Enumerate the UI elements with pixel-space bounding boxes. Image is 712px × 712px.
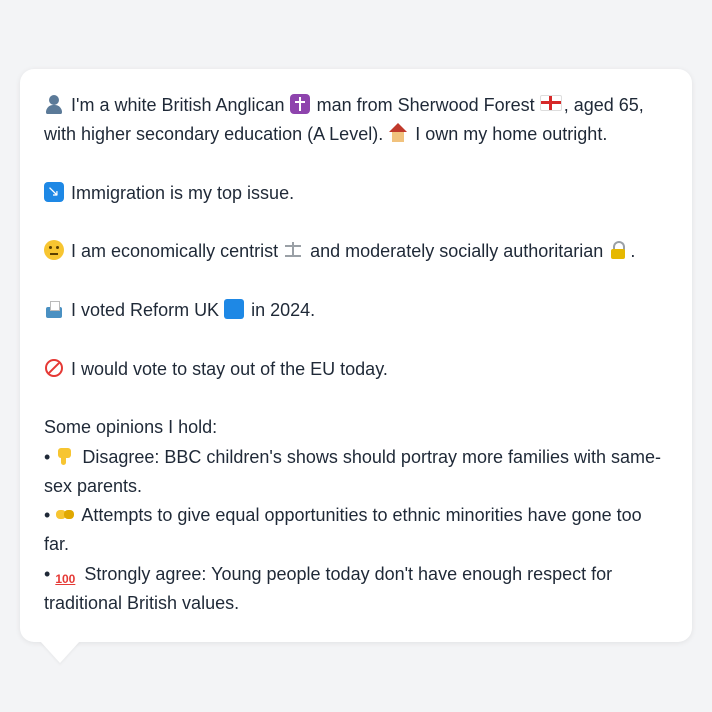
person-icon [44, 94, 64, 114]
vote-part1: I voted Reform UK [71, 300, 220, 321]
blue-square-icon [224, 299, 245, 320]
eu-text: I would vote to stay out of the EU today… [71, 358, 388, 379]
immigration-paragraph: Immigration is my top issue. [44, 179, 668, 208]
economics-paragraph: I am economically centrist and moderatel… [44, 237, 668, 266]
bubble-tail [40, 641, 80, 663]
intro-part4: I own my home outright. [415, 124, 608, 145]
latin-cross-icon [289, 94, 310, 114]
thumbs-down-icon [55, 446, 75, 466]
no-entry-icon [44, 358, 64, 378]
vote-part2: in 2024. [251, 300, 316, 321]
intro-paragraph: I'm a white British Anglican man from Sh… [44, 91, 668, 150]
economics-part1: I am economically centrist [71, 241, 279, 262]
economics-part3: . [630, 241, 636, 262]
handshake-icon [55, 504, 75, 524]
vote-paragraph: I voted Reform UK in 2024. [44, 296, 668, 325]
bullet: • [44, 505, 51, 526]
intro-part2: man from Sherwood Forest [316, 95, 535, 115]
bullet: • [44, 446, 51, 467]
bullet: • [44, 563, 51, 584]
arrow-down-right-icon [44, 181, 64, 202]
persona-message-bubble: I'm a white British Anglican man from Sh… [20, 69, 692, 642]
immigration-text: Immigration is my top issue. [71, 182, 295, 203]
opinion-item: • Disagree: BBC children's shows should … [44, 443, 668, 502]
england-flag-icon [539, 95, 562, 111]
opinion-item: • Strongly agree: Young people today don… [44, 560, 668, 619]
lock-icon [608, 240, 628, 260]
opinion-text: Strongly agree: Young people today don't… [44, 563, 613, 614]
ballot-box-icon [44, 299, 64, 319]
thinking-face-icon [44, 240, 64, 261]
eu-paragraph: I would vote to stay out of the EU today… [44, 355, 668, 384]
house-icon [388, 123, 408, 143]
hundred-points-icon [55, 569, 77, 589]
opinions-header: Some opinions I hold: [44, 417, 218, 438]
opinion-item: • Attempts to give equal opportunities t… [44, 501, 668, 560]
scales-icon [283, 240, 303, 260]
opinion-text: Disagree: BBC children's shows should po… [44, 446, 661, 496]
economics-part2: and moderately socially authoritarian [310, 241, 604, 262]
opinion-text: Attempts to give equal opportunities to … [44, 505, 642, 555]
intro-part1: I'm a white British Anglican [71, 95, 285, 115]
